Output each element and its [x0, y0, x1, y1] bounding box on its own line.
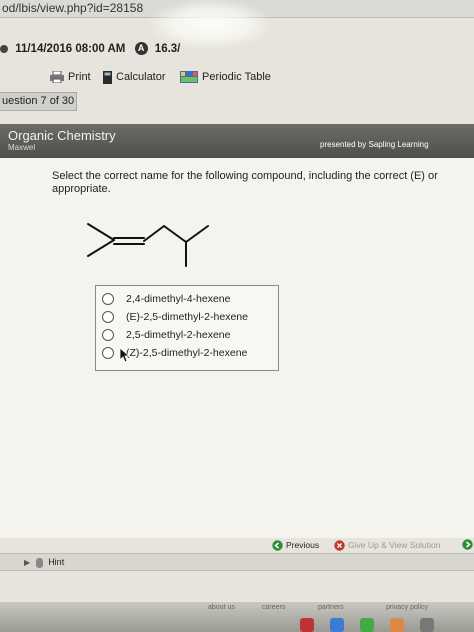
- radio-button[interactable]: [102, 293, 114, 305]
- previous-label: Previous: [286, 540, 320, 550]
- footer-link-privacy[interactable]: privacy policy: [386, 604, 428, 611]
- printer-icon: [50, 71, 64, 83]
- footer-link-partners[interactable]: partners: [318, 604, 344, 611]
- choice-label: (E)-2,5-dimethyl-2-hexene: [126, 311, 248, 323]
- footer-link-about[interactable]: about us: [208, 604, 235, 611]
- choice-1[interactable]: 2,4-dimethyl-4-hexene: [102, 290, 230, 308]
- question-navigation: Previous Give Up & View Solution: [270, 536, 474, 554]
- dock-app-icon[interactable]: [300, 618, 314, 632]
- periodic-table-label: Periodic Table: [202, 71, 271, 83]
- give-up-label: Give Up & View Solution: [348, 540, 441, 550]
- calculator-label: Calculator: [116, 71, 166, 83]
- score: 16.3/: [154, 43, 181, 55]
- calculator-icon: [103, 70, 112, 84]
- choice-label: 2,5-dimethyl-2-hexene: [126, 329, 231, 341]
- print-button[interactable]: Print: [50, 66, 91, 88]
- expand-triangle-icon: ▶: [24, 558, 31, 567]
- print-label: Print: [68, 71, 91, 83]
- url-text: od/lbis/view.php?id=28158: [2, 1, 144, 15]
- dock-app-icon[interactable]: [420, 618, 434, 632]
- periodic-table-button[interactable]: Periodic Table: [180, 66, 271, 88]
- course-title: Organic Chemistry: [8, 128, 116, 143]
- bond: [87, 239, 115, 257]
- previous-button[interactable]: Previous: [272, 536, 319, 554]
- question-prompt-line1: Select the correct name for the followin…: [52, 170, 438, 182]
- calculator-button[interactable]: Calculator: [103, 66, 166, 88]
- footer-link-careers[interactable]: careers: [262, 604, 285, 611]
- info-bar: 11/14/2016 08:00 AM A 16.3/: [0, 37, 474, 61]
- choice-label: (Z)-2,5-dimethyl-2-hexene: [126, 347, 248, 359]
- choice-2[interactable]: (E)-2,5-dimethyl-2-hexene: [102, 308, 248, 326]
- question-counter-label: uestion 7 of 30: [2, 95, 75, 107]
- question-counter: uestion 7 of 30: [0, 92, 77, 111]
- bond: [185, 225, 209, 243]
- previous-arrow-icon: [272, 539, 283, 551]
- question-prompt-line2: appropriate.: [52, 183, 111, 195]
- bond: [87, 223, 115, 241]
- toolbar: Print Calculator Periodic Table: [0, 66, 474, 88]
- hint-label: Hint: [48, 557, 65, 567]
- url-bar[interactable]: od/lbis/view.php?id=28158: [0, 0, 474, 18]
- give-up-button[interactable]: Give Up & View Solution: [334, 536, 440, 554]
- score-badge-icon: A: [134, 42, 148, 56]
- presented-by: presented by Sapling Learning: [320, 140, 429, 149]
- bond: [163, 225, 187, 243]
- radio-button[interactable]: [102, 329, 114, 341]
- molecule-structure: [87, 223, 209, 267]
- next-arrow-icon[interactable]: [462, 539, 473, 550]
- choice-label: 2,4-dimethyl-4-hexene: [126, 293, 231, 305]
- page-icon: [0, 44, 8, 53]
- instructor-name: Maxwel: [8, 143, 36, 152]
- bond: [143, 225, 165, 242]
- dock-app-icon[interactable]: [360, 618, 374, 632]
- mouse-pointer-icon: [120, 348, 129, 362]
- give-up-icon: [334, 539, 345, 551]
- radio-button[interactable]: [102, 311, 114, 323]
- hint-icon: [35, 557, 43, 568]
- periodic-table-icon: [180, 71, 198, 83]
- choice-3[interactable]: 2,5-dimethyl-2-hexene: [102, 326, 230, 344]
- footer: about us careers partners privacy policy: [0, 602, 474, 632]
- radio-button[interactable]: [102, 347, 114, 359]
- date-time: 11/14/2016 08:00 AM: [15, 43, 126, 55]
- course-header: Organic Chemistry Maxwel presented by Sa…: [0, 124, 474, 158]
- dock-app-icon[interactable]: [330, 618, 344, 632]
- hint-bar[interactable]: ▶ Hint: [0, 553, 474, 571]
- dock-app-icon[interactable]: [390, 618, 404, 632]
- question-prompt: Select the correct name for the followin…: [52, 170, 474, 196]
